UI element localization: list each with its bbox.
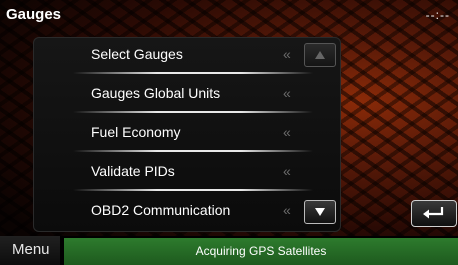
scroll-down-button[interactable] [304, 200, 336, 224]
menu-separator [73, 111, 313, 113]
chevron-left-icon: « [283, 124, 291, 140]
chevron-left-icon: « [283, 46, 291, 62]
scroll-up-button[interactable] [304, 43, 336, 67]
title-bar: Gauges --:-- [0, 0, 458, 34]
menu-item-obd2-communication[interactable]: OBD2 Communication « [33, 193, 333, 231]
bottom-bar: Menu Acquiring GPS Satellites [0, 236, 458, 265]
menu-item-label: Validate PIDs [91, 163, 175, 179]
menu-panel: Select Gauges « Gauges Global Units « Fu… [33, 37, 341, 232]
menu-item-gauges-global-units[interactable]: Gauges Global Units « [33, 76, 333, 114]
status-bar: Acquiring GPS Satellites [64, 238, 458, 265]
menu-item-label: Fuel Economy [91, 124, 181, 140]
chevron-left-icon: « [283, 163, 291, 179]
menu-item-fuel-economy[interactable]: Fuel Economy « [33, 115, 333, 153]
chevron-left-icon: « [283, 202, 291, 218]
menu-button-label: Menu [12, 241, 50, 258]
chevron-left-icon: « [283, 85, 291, 101]
back-button[interactable] [411, 200, 457, 227]
menu-separator [73, 150, 313, 152]
menu-button[interactable]: Menu [0, 236, 60, 265]
menu-item-label: Gauges Global Units [91, 85, 221, 101]
menu-item-validate-pids[interactable]: Validate PIDs « [33, 154, 333, 192]
menu-item-label: OBD2 Communication [91, 202, 231, 218]
menu-item-select-gauges[interactable]: Select Gauges « [33, 37, 333, 75]
page-title: Gauges [6, 6, 62, 23]
menu-separator [73, 189, 313, 191]
app-screen: Gauges --:-- Select Gauges « Gauges Glob… [0, 0, 458, 265]
back-arrow-icon [423, 207, 444, 219]
triangle-up-icon [315, 51, 325, 59]
clock-display: --:-- [425, 8, 450, 22]
menu-separator [73, 72, 313, 74]
menu-item-label: Select Gauges [91, 46, 183, 62]
status-text: Acquiring GPS Satellites [195, 244, 327, 258]
triangle-down-icon [315, 208, 325, 216]
